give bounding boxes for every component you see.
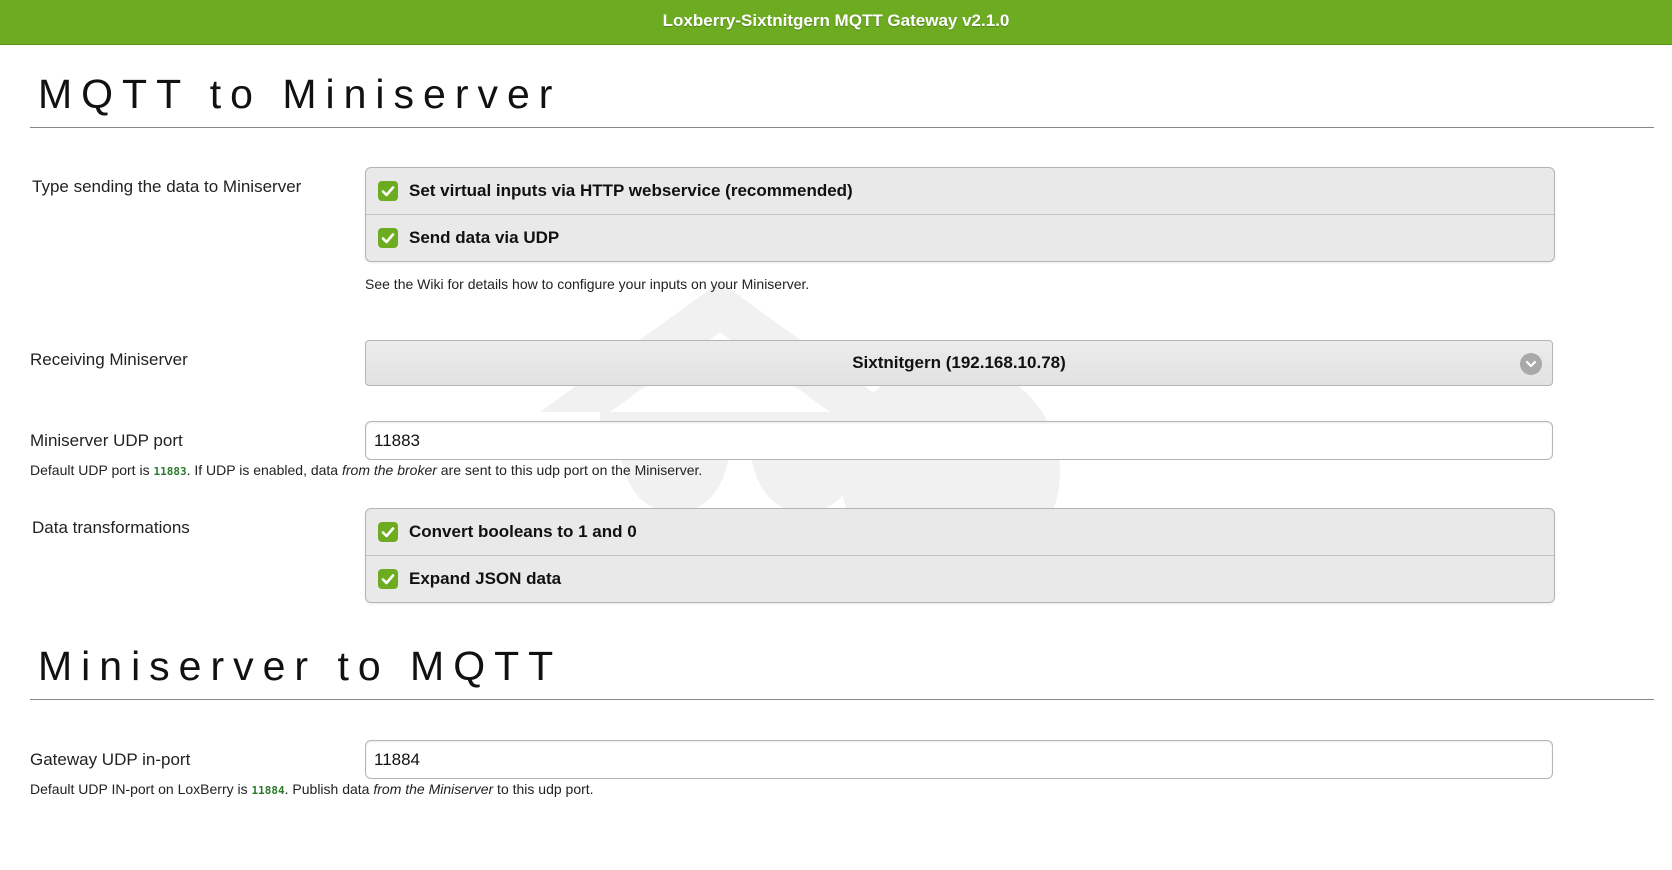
hint-text: are sent to this udp port on the Miniser… (436, 462, 703, 478)
checkbox-send-udp[interactable]: Send data via UDP (366, 215, 1554, 261)
checkbox-label: Expand JSON data (409, 569, 562, 588)
receiving-miniserver-select[interactable]: Sixtnitgern (192.168.10.78) (365, 340, 1553, 386)
section-divider (30, 127, 1654, 128)
udp-port-label: Miniserver UDP port (30, 431, 183, 450)
receiving-miniserver-label: Receiving Miniserver (30, 350, 188, 369)
checkmark-icon (378, 569, 398, 589)
send-type-checkbox-group: Set virtual inputs via HTTP webservice (… (365, 167, 1555, 262)
hint-emphasis: from the Miniserver (373, 781, 494, 797)
hint-text: . If UDP is enabled, data (186, 462, 342, 478)
udp-in-port-input[interactable] (365, 740, 1553, 779)
udp-port-input[interactable] (365, 421, 1553, 460)
hint-text: Default UDP IN-port on LoxBerry is (30, 781, 252, 797)
checkbox-label: Set virtual inputs via HTTP webservice (… (409, 181, 853, 200)
hint-emphasis: from the broker (341, 462, 437, 478)
transformations-label: Data transformations (32, 518, 190, 537)
section-title-miniserver-to-mqtt: Miniserver to MQTT (38, 643, 563, 689)
udp-in-port-label: Gateway UDP in-port (30, 750, 191, 769)
send-type-hint: See the Wiki for details how to configur… (365, 276, 810, 292)
checkmark-icon (378, 181, 398, 201)
hint-code: 11883 (153, 465, 187, 478)
chevron-down-icon[interactable] (1520, 353, 1542, 375)
select-value: Sixtnitgern (192.168.10.78) (852, 353, 1066, 372)
hint-code: 11884 (251, 784, 285, 797)
section-divider (30, 699, 1654, 700)
checkbox-expand-json[interactable]: Expand JSON data (366, 556, 1554, 602)
send-type-label: Type sending the data to Miniserver (32, 177, 302, 196)
app-header: Loxberry-Sixtnitgern MQTT Gateway v2.1.0 (0, 0, 1672, 45)
checkbox-convert-booleans[interactable]: Convert booleans to 1 and 0 (366, 509, 1554, 556)
checkmark-icon (378, 522, 398, 542)
checkbox-label: Send data via UDP (409, 228, 560, 247)
section-title-mqtt-to-miniserver: MQTT to Miniserver (38, 71, 562, 117)
hint-text: to this udp port. (493, 781, 594, 797)
app-title: Loxberry-Sixtnitgern MQTT Gateway v2.1.0 (662, 11, 1010, 30)
udp-port-hint: Default UDP port is 11883. If UDP is ena… (30, 462, 702, 478)
hint-text: Default UDP port is (30, 462, 154, 478)
hint-text: . Publish data (284, 781, 374, 797)
transformations-checkbox-group: Convert booleans to 1 and 0 Expand JSON … (365, 508, 1555, 603)
checkbox-label: Convert booleans to 1 and 0 (409, 522, 637, 541)
checkbox-http-webservice[interactable]: Set virtual inputs via HTTP webservice (… (366, 168, 1554, 215)
checkmark-icon (378, 228, 398, 248)
udp-in-port-hint: Default UDP IN-port on LoxBerry is 11884… (30, 781, 594, 797)
